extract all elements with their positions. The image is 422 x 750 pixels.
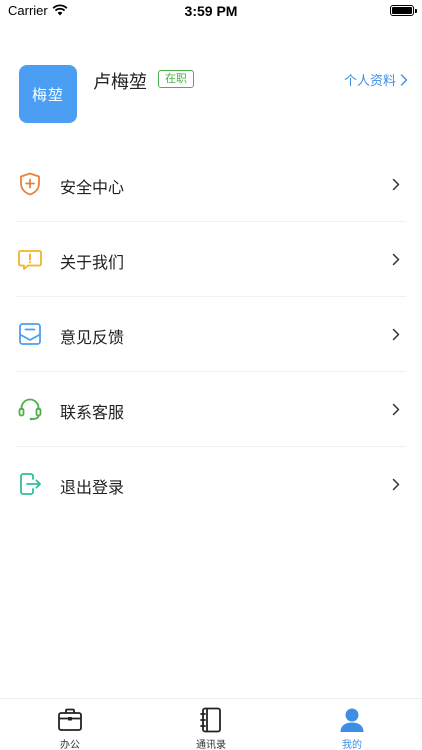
tab-bar: 办公 通讯录 我的 <box>0 698 422 750</box>
status-bar: Carrier 3:59 PM <box>0 0 422 22</box>
profile-link[interactable]: 个人资料 <box>344 70 408 89</box>
menu-item-security-center[interactable]: 安全中心 <box>0 147 422 222</box>
tab-label: 办公 <box>60 740 80 750</box>
headset-icon <box>18 398 42 421</box>
avatar[interactable]: 梅堃 <box>19 65 77 123</box>
chevron-right-icon <box>392 478 400 491</box>
chevron-right-icon <box>400 73 408 86</box>
menu-item-label: 意见反馈 <box>60 328 125 347</box>
chevron-right-icon <box>392 253 400 266</box>
tab-label: 通讯录 <box>196 740 226 750</box>
alert-message-icon <box>18 250 42 270</box>
menu-item-label: 退出登录 <box>60 478 125 497</box>
menu-item-about-us[interactable]: 关于我们 <box>0 222 422 297</box>
tab-label: 我的 <box>342 740 362 750</box>
briefcase-icon <box>58 708 82 731</box>
settings-menu: 安全中心 关于我们 意见反馈 联系客服 退出登录 <box>0 147 422 522</box>
tab-contacts[interactable]: 通讯录 <box>141 699 281 750</box>
menu-item-label: 联系客服 <box>60 403 125 422</box>
chevron-right-icon <box>392 328 400 341</box>
profile-link-label: 个人资料 <box>343 74 396 89</box>
shield-plus-icon <box>20 172 40 196</box>
battery-icon <box>390 5 417 16</box>
feedback-inbox-icon <box>19 323 41 345</box>
user-name: 卢梅堃 <box>93 72 147 93</box>
tab-mine[interactable]: 我的 <box>282 699 422 750</box>
tab-office[interactable]: 办公 <box>0 699 140 750</box>
chevron-right-icon <box>392 403 400 416</box>
clock: 3:59 PM <box>184 3 238 19</box>
user-icon <box>340 708 364 732</box>
contacts-book-icon <box>200 707 221 733</box>
menu-item-label: 关于我们 <box>60 253 125 272</box>
menu-item-logout[interactable]: 退出登录 <box>0 447 422 522</box>
chevron-right-icon <box>392 178 400 191</box>
status-badge: 在职 <box>158 70 194 88</box>
menu-item-feedback[interactable]: 意见反馈 <box>0 297 422 372</box>
menu-item-customer-service[interactable]: 联系客服 <box>0 372 422 447</box>
menu-item-label: 安全中心 <box>60 178 125 197</box>
logout-icon <box>20 473 41 495</box>
